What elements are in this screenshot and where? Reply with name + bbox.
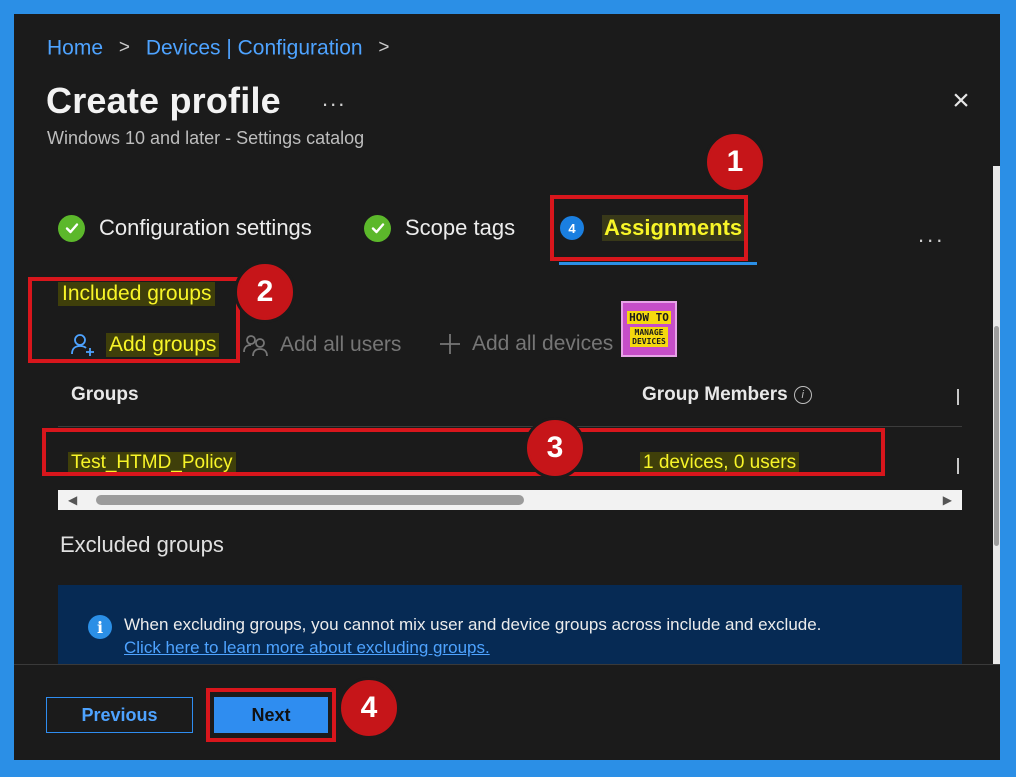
- breadcrumb: Home > Devices | Configuration >: [47, 36, 400, 60]
- column-divider: [957, 458, 959, 474]
- info-icon[interactable]: i: [793, 385, 812, 404]
- check-circle-icon: [364, 214, 391, 242]
- breadcrumb-home[interactable]: Home: [47, 36, 103, 59]
- vertical-scrollbar[interactable]: [993, 166, 1000, 666]
- callout-highlight-next: [206, 688, 336, 742]
- page-title: Create profile: [46, 80, 281, 121]
- check-circle-icon: [58, 214, 85, 242]
- add-all-users-button[interactable]: Add all users: [242, 332, 401, 358]
- active-tab-indicator: [559, 262, 757, 265]
- breadcrumb-devices-configuration[interactable]: Devices | Configuration: [146, 36, 363, 59]
- scroll-left-icon[interactable]: ◀: [68, 493, 77, 507]
- column-divider: [957, 389, 959, 405]
- callout-highlight-assignments: [550, 195, 748, 261]
- scroll-right-icon[interactable]: ▶: [943, 493, 952, 507]
- horizontal-scrollbar[interactable]: ◀ ▶: [58, 490, 962, 510]
- plus-icon: [438, 332, 462, 356]
- close-icon[interactable]: ×: [948, 86, 974, 116]
- info-banner-text: When excluding groups, you cannot mix us…: [124, 615, 822, 634]
- callout-badge: 3: [524, 417, 586, 479]
- more-options-button[interactable]: ...: [322, 86, 346, 112]
- info-banner: i When excluding groups, you cannot mix …: [58, 585, 962, 665]
- logo-text: MANAGE DEVICES: [630, 327, 668, 347]
- vertical-scrollbar-thumb[interactable]: [994, 326, 999, 546]
- tab-configuration-settings[interactable]: Configuration settings: [58, 210, 312, 246]
- tab-scope-tags[interactable]: Scope tags: [364, 210, 515, 246]
- add-all-devices-label: Add all devices: [472, 332, 614, 355]
- horizontal-scrollbar-thumb[interactable]: [96, 495, 524, 505]
- tab-label: Configuration settings: [99, 215, 312, 240]
- blade-panel: Home > Devices | Configuration > Create …: [14, 14, 1000, 760]
- add-all-devices-button[interactable]: Add all devices: [438, 332, 613, 356]
- callout-badge: 1: [704, 131, 766, 193]
- callout-highlight-add-groups: [28, 277, 240, 363]
- htmd-logo: HOW TO MANAGE DEVICES: [621, 301, 677, 357]
- tab-label: Scope tags: [405, 215, 516, 240]
- header-divider: [58, 426, 962, 427]
- learn-more-link[interactable]: Click here to learn more about excluding…: [124, 638, 490, 658]
- callout-badge: 4: [338, 677, 400, 739]
- add-all-users-label: Add all users: [280, 333, 402, 356]
- tabs-overflow-button[interactable]: ...: [918, 222, 945, 248]
- people-icon: [242, 332, 270, 358]
- column-header-groups[interactable]: Groups: [71, 384, 139, 406]
- logo-text: HOW TO: [627, 311, 671, 324]
- column-header-group-members[interactable]: Group Members i: [642, 384, 812, 406]
- breadcrumb-separator: >: [118, 37, 130, 59]
- page-subtitle: Windows 10 and later - Settings catalog: [47, 128, 365, 148]
- excluded-groups-heading: Excluded groups: [60, 532, 224, 557]
- callout-highlight-group-row: [42, 428, 885, 476]
- previous-button[interactable]: Previous: [46, 697, 193, 733]
- info-icon: i: [88, 615, 112, 639]
- breadcrumb-separator: >: [378, 37, 390, 59]
- callout-badge: 2: [234, 261, 296, 323]
